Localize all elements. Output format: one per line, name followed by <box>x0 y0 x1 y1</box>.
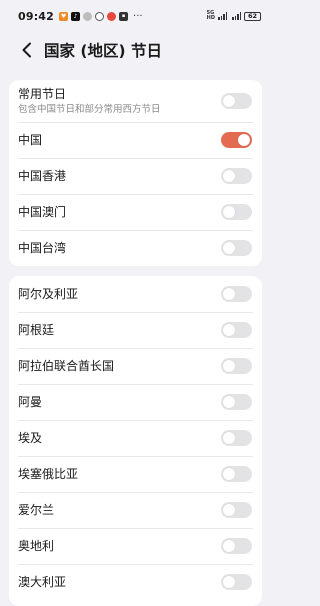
holiday-row-oman[interactable]: 阿曼 <box>9 384 262 420</box>
toggle-knob <box>238 134 250 146</box>
signal-icon <box>218 12 227 20</box>
holiday-row-china[interactable]: 中国 <box>9 122 262 158</box>
network-type-label: 5G HD <box>206 10 215 21</box>
status-right: 5G HD 62 <box>207 11 261 21</box>
holiday-toggle[interactable] <box>221 466 252 482</box>
holiday-toggle[interactable] <box>221 574 252 590</box>
holiday-label: 阿根廷 <box>18 322 55 337</box>
holiday-label: 常用节日 <box>18 86 67 101</box>
holiday-label: 阿尔及利亚 <box>18 286 79 301</box>
holiday-row-ethiopia[interactable]: 埃塞俄比亚 <box>9 456 262 492</box>
holiday-toggle[interactable] <box>221 240 252 256</box>
status-bar: 09:42 ♥ ♪ ▪ ··· 5G HD 62 <box>0 0 271 32</box>
holiday-toggle[interactable] <box>221 322 252 338</box>
holiday-row-uae[interactable]: 阿拉伯联合酋长国 <box>9 348 262 384</box>
page-title: 国家 (地区) 节日 <box>44 42 162 60</box>
toggle-knob <box>223 206 235 218</box>
battery-icon: 62 <box>244 11 261 21</box>
toggle-knob <box>223 468 235 480</box>
holiday-row-australia[interactable]: 澳大利亚 <box>9 564 262 600</box>
signal-icon-2 <box>232 12 241 20</box>
top-bar: 国家 (地区) 节日 <box>0 33 271 67</box>
holiday-row-egypt[interactable]: 埃及 <box>9 420 262 456</box>
holiday-toggle[interactable] <box>221 93 252 109</box>
holiday-label: 埃及 <box>18 430 43 445</box>
holiday-label: 中国台湾 <box>18 240 67 255</box>
notification-icons: ♥ ♪ ▪ ··· <box>59 11 143 22</box>
toggle-knob <box>223 396 235 408</box>
toggle-knob <box>223 504 235 516</box>
holiday-label: 埃塞俄比亚 <box>18 466 79 481</box>
status-time: 09:42 <box>18 9 55 23</box>
holiday-row-algeria[interactable]: 阿尔及利亚 <box>9 276 262 312</box>
toggle-knob <box>223 95 235 107</box>
holiday-toggle[interactable] <box>221 538 252 554</box>
holiday-label: 澳大利亚 <box>18 574 67 589</box>
holiday-description: 包含中国节日和部分常用西方节日 <box>18 103 161 115</box>
app-notification-icon-5: ▪ <box>119 11 129 21</box>
holiday-label: 阿拉伯联合酋长国 <box>18 358 115 373</box>
toggle-knob <box>223 170 235 182</box>
toggle-knob <box>223 242 235 254</box>
holiday-toggle[interactable] <box>221 394 252 410</box>
holiday-label: 中国澳门 <box>18 204 67 219</box>
toggle-knob <box>223 432 235 444</box>
holiday-row-argentina[interactable]: 阿根廷 <box>9 312 262 348</box>
holiday-toggle[interactable] <box>221 286 252 302</box>
holiday-row-austria[interactable]: 奥地利 <box>9 528 262 564</box>
tiktok-icon: ♪ <box>71 11 81 21</box>
holiday-row-ireland[interactable]: 爱尔兰 <box>9 492 262 528</box>
holiday-row-common[interactable]: 常用节日 包含中国节日和部分常用西方节日 <box>9 80 262 122</box>
toggle-knob <box>223 360 235 372</box>
toggle-knob <box>223 576 235 588</box>
holiday-toggle[interactable] <box>221 502 252 518</box>
holiday-label: 阿曼 <box>18 394 43 409</box>
holiday-toggle[interactable] <box>221 168 252 184</box>
holiday-row-macau[interactable]: 中国澳门 <box>9 194 262 230</box>
holiday-row-hongkong[interactable]: 中国香港 <box>9 158 262 194</box>
toggle-knob <box>223 540 235 552</box>
holiday-label: 中国香港 <box>18 168 67 183</box>
more-notifications-icon: ··· <box>133 10 143 22</box>
country-holidays-group: 阿尔及利亚 阿根廷 阿拉伯联合酋长国 阿曼 埃及 埃塞俄比亚 爱尔兰 奥地利 澳… <box>9 276 262 606</box>
holiday-toggle[interactable] <box>221 430 252 446</box>
app-notification-icon-4 <box>107 11 117 21</box>
holiday-label: 奥地利 <box>18 538 55 553</box>
back-arrow-icon[interactable] <box>14 37 40 63</box>
app-notification-icon-2 <box>83 11 93 21</box>
holiday-toggle[interactable] <box>221 204 252 220</box>
holiday-toggle[interactable] <box>221 132 252 148</box>
holiday-label: 中国 <box>18 132 43 147</box>
holiday-toggle[interactable] <box>221 358 252 374</box>
holiday-row-taiwan[interactable]: 中国台湾 <box>9 230 262 266</box>
toggle-knob <box>223 324 235 336</box>
app-notification-icon-3 <box>95 11 105 21</box>
toggle-knob <box>223 288 235 300</box>
featured-holidays-group: 常用节日 包含中国节日和部分常用西方节日 中国 中国香港 中国澳门 中国台湾 <box>9 80 262 266</box>
app-notification-icon: ♥ <box>59 11 69 21</box>
holiday-label: 爱尔兰 <box>18 502 55 517</box>
